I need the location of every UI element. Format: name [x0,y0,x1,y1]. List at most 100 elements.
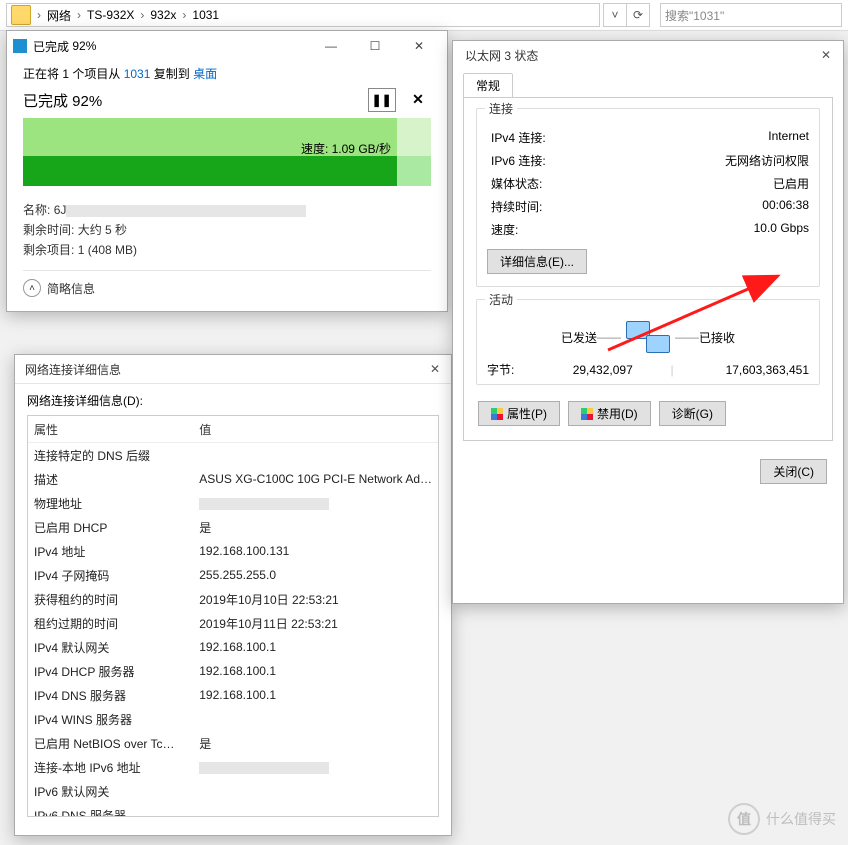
table-row[interactable]: IPv4 默认网关192.168.100.1 [28,635,438,659]
prop-value: 2019年10月11日 22:53:21 [193,611,438,635]
prop-name: IPv4 DHCP 服务器 [28,659,193,683]
status-value: 10.0 Gbps [754,221,809,238]
table-row[interactable]: IPv6 DNS 服务器 [28,803,438,817]
prop-value: 255.255.255.0 [193,563,438,587]
table-row[interactable]: IPv4 地址192.168.100.131 [28,539,438,563]
bytes-recv: 17,603,363,451 [674,363,809,377]
prop-name: IPv4 子网掩码 [28,563,193,587]
watermark: 值 什么值得买 [728,803,836,835]
shield-icon [581,408,593,420]
minimize-button[interactable]: — [309,32,353,60]
prop-name: 物理地址 [28,491,193,515]
copy-facts: 名称: 6J 剩余时间: 大约 5 秒 剩余项目: 1 (408 MB) [23,200,431,260]
prop-name: IPv4 DNS 服务器 [28,683,193,707]
title-percent: 92% [72,39,96,53]
search-input[interactable]: 搜索"1031" [660,3,842,27]
shield-icon [491,408,503,420]
ethernet-status-dialog: 以太网 3 状态 ✕ 常规 连接 IPv4 连接:InternetIPv6 连接… [452,40,844,604]
table-row[interactable]: 物理地址 [28,491,438,515]
crumb-host[interactable]: TS-932X [83,4,138,26]
prop-value: 192.168.100.131 [193,539,438,563]
close-button[interactable]: ✕ [397,32,441,60]
table-row[interactable]: 租约过期的时间2019年10月11日 22:53:21 [28,611,438,635]
chevron-right-icon: › [180,8,188,22]
table-row[interactable]: IPv6 默认网关 [28,779,438,803]
close-button[interactable]: ✕ [809,48,843,62]
status-row: IPv6 连接: 无网络访问权限 [477,149,819,172]
table-row[interactable]: IPv4 DNS 服务器192.168.100.1 [28,683,438,707]
table-row[interactable]: 获得租约的时间2019年10月10日 22:53:21 [28,587,438,611]
prop-name: 获得租约的时间 [28,587,193,611]
status-key: IPv6 连接: [491,152,546,169]
status-value: 无网络访问权限 [725,152,809,169]
prop-value [193,779,438,803]
transfer-graph: 速度: 1.09 GB/秒 [23,118,431,186]
maximize-button[interactable]: ☐ [353,32,397,60]
prop-name: 连接-本地 IPv6 地址 [28,755,193,779]
bytes-sent: 29,432,097 [535,363,670,377]
status-key: IPv4 连接: [491,129,546,146]
crumb-share[interactable]: 932x [146,4,180,26]
copy-dialog: 已完成 92% — ☐ ✕ 正在将 1 个项目从 1031 复制到 桌面 已完成… [6,30,448,312]
details-button[interactable]: 详细信息(E)... [487,249,587,274]
table-row[interactable]: 已启用 NetBIOS over Tc…是 [28,731,438,755]
close-button[interactable]: ✕ [419,362,451,376]
prop-value [193,803,438,817]
prop-name: 已启用 DHCP [28,515,193,539]
refresh-button[interactable]: ⟳ [626,3,650,27]
bytes-label: 字节: [487,361,535,378]
prop-name: IPv4 默认网关 [28,635,193,659]
details-list[interactable]: 属性值 连接特定的 DNS 后缀描述ASUS XG-C100C 10G PCI-… [27,415,439,817]
table-row[interactable]: 描述ASUS XG-C100C 10G PCI-E Network Ad… [28,467,438,491]
prop-name: 已启用 NetBIOS over Tc… [28,731,193,755]
prop-name: 连接特定的 DNS 后缀 [28,443,193,468]
prop-name: IPv6 默认网关 [28,779,193,803]
col-value[interactable]: 值 [193,416,438,443]
prop-value: 192.168.100.1 [193,635,438,659]
copy-icon [13,39,27,53]
prop-name: 描述 [28,467,193,491]
prop-value [193,443,438,468]
cancel-button[interactable]: ✕ [405,89,431,111]
prop-value [193,755,438,779]
source-link[interactable]: 1031 [124,67,151,81]
history-dropdown[interactable]: ˅ [603,3,627,27]
titlebar[interactable]: 以太网 3 状态 ✕ [453,41,843,69]
watermark-icon: 值 [728,803,760,835]
prop-value: 192.168.100.1 [193,659,438,683]
status-key: 持续时间: [491,198,542,215]
titlebar[interactable]: 网络连接详细信息 ✕ [15,355,451,384]
diagnose-button[interactable]: 诊断(G) [659,401,726,426]
status-value: 已启用 [773,175,809,192]
prop-name: IPv6 DNS 服务器 [28,803,193,817]
disable-button[interactable]: 禁用(D) [568,401,651,426]
prop-value: 192.168.100.1 [193,683,438,707]
table-row[interactable]: 已启用 DHCP是 [28,515,438,539]
close-dialog-button[interactable]: 关闭(C) [760,459,827,484]
group-activity: 活动 已发送 —— —— 已接收 字节: 29,432,097 | 17,603… [476,299,820,385]
table-row[interactable]: 连接特定的 DNS 后缀 [28,443,438,468]
redacted [66,205,306,217]
prop-name: 租约过期的时间 [28,611,193,635]
tab-general[interactable]: 常规 [463,73,513,97]
crumb-network[interactable]: 网络 [43,4,75,26]
crumb-folder[interactable]: 1031 [188,4,223,26]
pause-button[interactable]: ❚❚ [368,88,396,112]
chevron-right-icon: › [75,8,83,22]
dest-link[interactable]: 桌面 [193,67,217,81]
table-row[interactable]: 连接-本地 IPv6 地址 [28,755,438,779]
status-value: 00:06:38 [762,198,809,215]
breadcrumb[interactable]: › 网络 › TS-932X › 932x › 1031 [6,3,600,27]
titlebar[interactable]: 已完成 92% — ☐ ✕ [7,31,447,61]
col-property[interactable]: 属性 [28,416,193,443]
table-row[interactable]: IPv4 子网掩码255.255.255.0 [28,563,438,587]
properties-button[interactable]: 属性(P) [478,401,560,426]
status-key: 速度: [491,221,518,238]
table-row[interactable]: IPv4 DHCP 服务器192.168.100.1 [28,659,438,683]
table-row[interactable]: IPv4 WINS 服务器 [28,707,438,731]
subtitle: 网络连接详细信息(D): [27,392,439,409]
toggle-simple[interactable]: ˄ 简略信息 [23,279,431,297]
group-connection: 连接 IPv4 连接:InternetIPv6 连接:无网络访问权限媒体状态:已… [476,108,820,287]
title: 以太网 3 状态 [465,47,538,64]
status-row: 媒体状态:已启用 [477,172,819,195]
